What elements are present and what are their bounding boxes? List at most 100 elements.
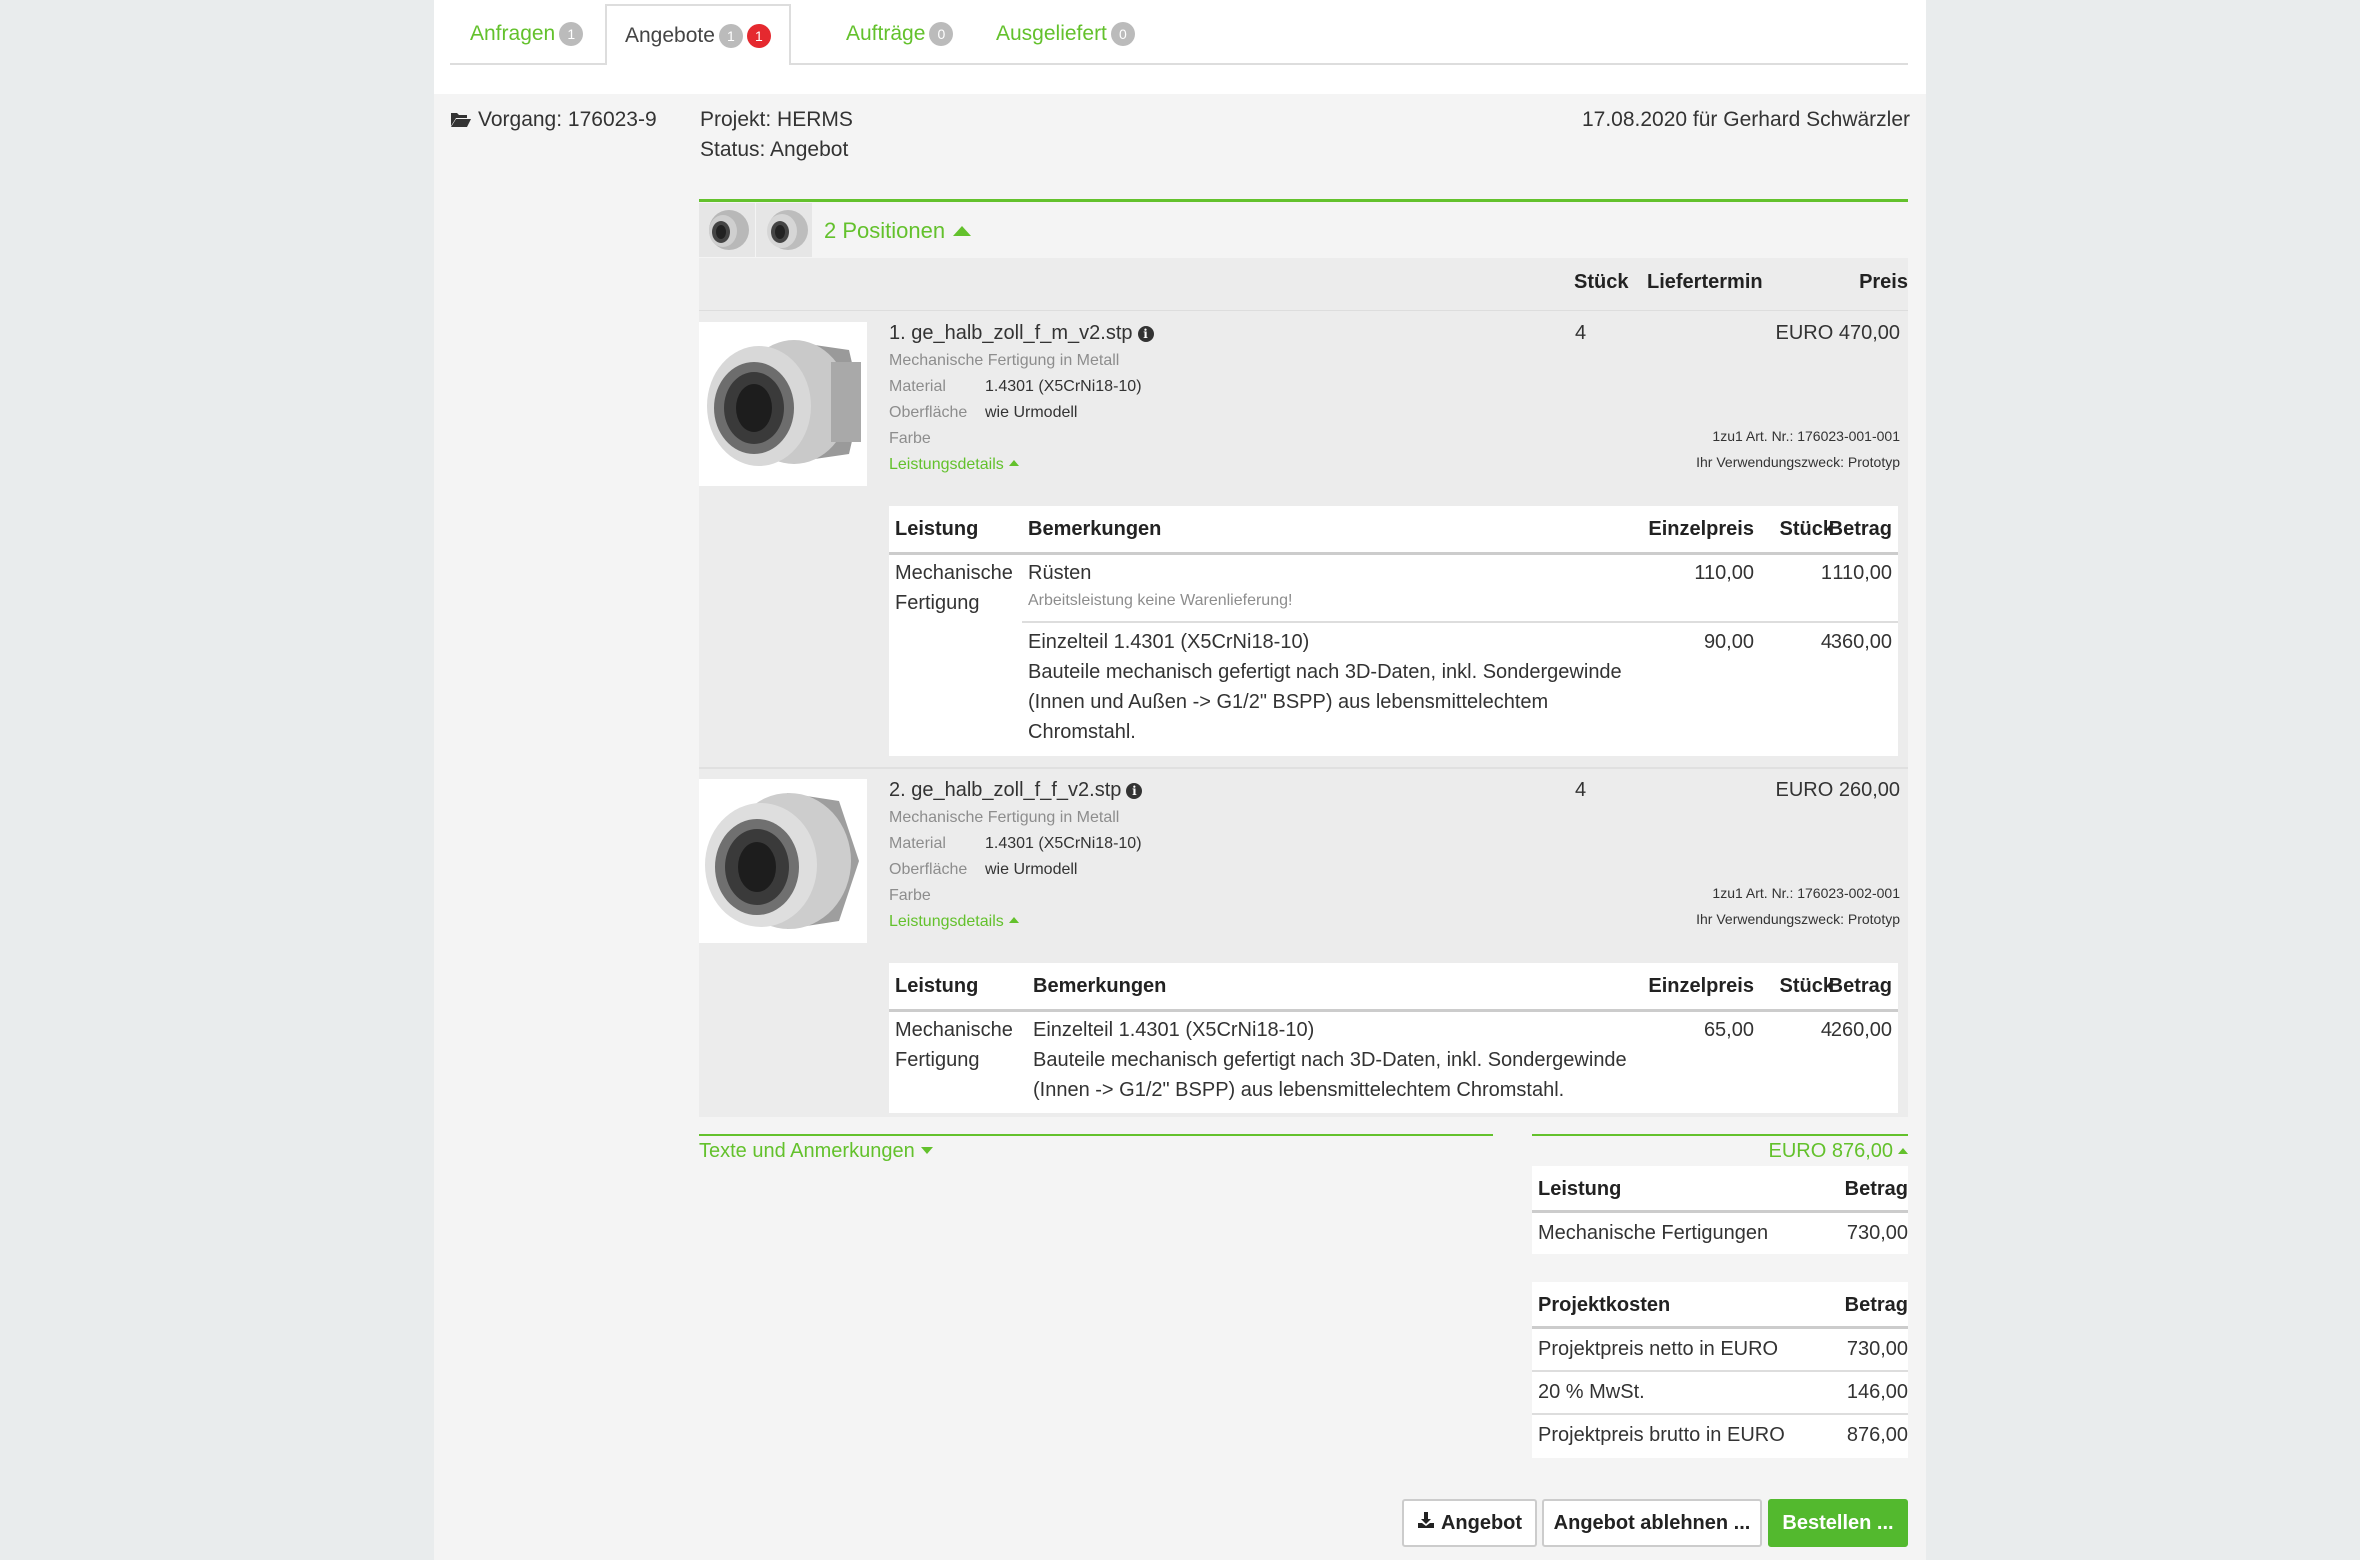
total-toggle[interactable]: EURO 876,00: [1768, 1140, 1908, 1163]
tab-auftraege[interactable]: Aufträge 0: [846, 4, 954, 63]
usage-purpose: Ihr Verwendungszweck: Prototyp: [1696, 911, 1900, 927]
costs-header-divider: [1532, 1326, 1908, 1329]
service-name-line2: Fertigung: [895, 1049, 980, 1071]
project-status: Status: Angebot: [700, 138, 849, 161]
row-title: Rüsten: [1028, 562, 1092, 584]
row-title: Einzelteil 1.4301 (X5CrNi18-10): [1028, 631, 1310, 653]
part-name: 2. ge_halb_zoll_f_f_v2.stp: [889, 779, 1122, 801]
order-button[interactable]: Bestellen ...: [1768, 1499, 1908, 1547]
caret-up-icon: [953, 226, 972, 236]
reject-button-label: Angebot ablehnen ...: [1553, 1511, 1751, 1534]
summary-header-betrag: Betrag: [1844, 1178, 1908, 1200]
row-unit-price: 110,00: [1694, 562, 1754, 584]
col-header-qty: Stück: [1574, 271, 1629, 293]
vorgang-info: Vorgang: 176023-9: [450, 108, 657, 134]
material-value: 1.4301 (X5CrNi18-10): [985, 378, 1142, 395]
summary-divider: [1532, 1134, 1908, 1136]
costs-header-projektkosten: Projektkosten: [1538, 1294, 1671, 1316]
texts-and-notes-toggle[interactable]: Texte und Anmerkungen: [699, 1140, 933, 1163]
caret-down-icon: [920, 1147, 933, 1154]
table-header-stueck: Stück: [1779, 518, 1834, 540]
costs-row-divider: [1532, 1370, 1908, 1372]
table-header-bemerkungen: Bemerkungen: [1033, 975, 1167, 997]
offer-date-customer: 17.08.2020 für Gerhard Schwärzler: [1581, 108, 1910, 131]
item-price: EURO 260,00: [1775, 779, 1900, 801]
costs-row-value: 730,00: [1846, 1338, 1908, 1360]
download-offer-button[interactable]: Angebot: [1402, 1499, 1537, 1547]
total-amount: EURO 876,00: [1768, 1140, 1893, 1162]
summary-row-label: Mechanische Fertigungen: [1538, 1222, 1769, 1244]
surface-value: wie Urmodell: [985, 861, 1078, 878]
surface-value: wie Urmodell: [985, 404, 1078, 421]
item-price: EURO 470,00: [1775, 322, 1900, 344]
material-value: 1.4301 (X5CrNi18-10): [985, 835, 1142, 852]
item-qty: 4: [1575, 322, 1587, 344]
material-label: Material: [889, 378, 946, 395]
caret-up-icon: [1008, 460, 1019, 466]
service-details-toggle[interactable]: Leistungsdetails: [889, 913, 1019, 931]
part-file-name[interactable]: 1. ge_halb_zoll_f_m_v2.stp i: [889, 322, 1154, 345]
caret-up-icon: [1898, 1148, 1908, 1154]
info-icon[interactable]: i: [1137, 326, 1154, 342]
col-header-delivery-date: Liefertermin: [1647, 271, 1763, 293]
reject-offer-button[interactable]: Angebot ablehnen ...: [1542, 1499, 1762, 1547]
usage-purpose: Ihr Verwendungszweck: Prototyp: [1696, 454, 1900, 470]
position-thumbnail[interactable]: [699, 203, 755, 257]
row-amount: 260,00: [1830, 1019, 1892, 1041]
positions-toggle[interactable]: 2 Positionen: [824, 218, 972, 244]
folder-open-icon: [450, 110, 472, 134]
order-button-label: Bestellen ...: [1782, 1511, 1894, 1534]
table-header-divider: [889, 1009, 1898, 1012]
table-header-leistung: Leistung: [895, 975, 979, 997]
costs-row-divider: [1532, 1413, 1908, 1415]
tab-count-badge: 0: [929, 21, 954, 46]
costs-row-label: Projektpreis netto in EURO: [1538, 1338, 1779, 1360]
costs-row-value: 876,00: [1846, 1424, 1908, 1446]
tab-label: Anfragen: [470, 21, 556, 45]
table-header-betrag: Betrag: [1828, 518, 1892, 540]
part-process: Mechanische Fertigung in Metall: [889, 352, 1120, 369]
tab-angebote[interactable]: Angebote 1 1: [605, 4, 791, 65]
row-unit-price: 65,00: [1703, 1019, 1754, 1041]
details-toggle-label: Leistungsdetails: [889, 913, 1004, 930]
tab-ausgeliefert[interactable]: Ausgeliefert 0: [996, 4, 1135, 63]
row-description-line: Chromstahl.: [1028, 721, 1136, 743]
tab-anfragen[interactable]: Anfragen 1: [470, 4, 584, 63]
table-header-divider: [889, 552, 1898, 555]
table-header-bemerkungen: Bemerkungen: [1028, 518, 1162, 540]
surface-label: Oberfläche: [889, 404, 968, 421]
tab-label: Aufträge: [846, 21, 926, 45]
info-icon[interactable]: i: [1126, 783, 1143, 799]
service-name-line2: Fertigung: [895, 592, 980, 614]
download-button-label: Angebot: [1440, 1511, 1523, 1534]
table-header-einzelpreis: Einzelpreis: [1648, 975, 1754, 997]
material-label: Material: [889, 835, 946, 852]
service-details-toggle[interactable]: Leistungsdetails: [889, 456, 1019, 474]
summary-header-divider: [1532, 1210, 1908, 1213]
tab-bar: Anfragen 1 Angebote 1 1 Aufträge 0 Ausge…: [450, 0, 1908, 65]
table-header-stueck: Stück: [1779, 975, 1834, 997]
col-header-price: Preis: [1859, 271, 1908, 293]
costs-row-value: 146,00: [1846, 1381, 1908, 1403]
position-thumbnail[interactable]: [756, 203, 812, 257]
tab-label: Angebote: [625, 23, 715, 47]
part-image[interactable]: [699, 779, 867, 943]
tab-count-badge: 1: [718, 23, 743, 48]
download-icon: [1417, 1511, 1435, 1535]
row-qty: 1: [1820, 562, 1832, 584]
caret-up-icon: [1008, 917, 1019, 923]
offer-page: Anfragen 1 Angebote 1 1 Aufträge 0 Ausge…: [434, 0, 1926, 1560]
row-amount: 360,00: [1830, 631, 1892, 653]
tabs-area: Anfragen 1 Angebote 1 1 Aufträge 0 Ausge…: [434, 0, 1926, 94]
service-name-line1: Mechanische: [895, 562, 1013, 584]
costs-header-betrag: Betrag: [1844, 1294, 1908, 1316]
costs-row-label: Projektpreis brutto in EURO: [1538, 1424, 1785, 1446]
project-name: Projekt: HERMS: [700, 108, 853, 131]
part-file-name[interactable]: 2. ge_halb_zoll_f_f_v2.stp i: [889, 779, 1143, 802]
article-number: 1zu1 Art. Nr.: 176023-002-001: [1712, 885, 1900, 901]
summary-header-leistung: Leistung: [1538, 1178, 1622, 1200]
row-description-line: (Innen -> G1/2" BSPP) aus lebensmittelec…: [1033, 1079, 1565, 1101]
part-process: Mechanische Fertigung in Metall: [889, 809, 1120, 826]
part-image[interactable]: [699, 322, 867, 486]
row-description-line: (Innen und Außen -> G1/2" BSPP) aus lebe…: [1028, 691, 1549, 713]
